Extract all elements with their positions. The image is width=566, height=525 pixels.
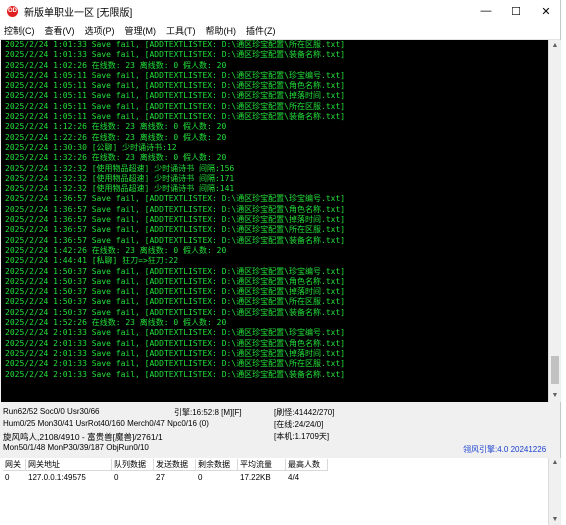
log-line: 2025/2/24 1:36:57 Save fail, [ADDTEXTLIS… [5,225,346,235]
table-cell: 127.0.0.1:49575 [28,473,86,482]
server-window: OD 新版单职业一区 [无限版] — ☐ ✕ 控制(C) 查看(V) 选项(P) 管理… [0,0,561,525]
table-cell: 0 [5,473,10,482]
column-header[interactable]: 最高人数 [286,459,328,471]
minimize-icon: — [480,5,492,17]
scroll-down-arrow-icon[interactable]: ▼ [549,390,561,402]
window-title: 新版单职业一区 [无限版] [24,7,133,19]
log-line: 2025/2/24 1:32:26 在线数: 23 离线数: 0 假人数: 20 [5,153,227,163]
log-line: 2025/2/24 1:52:26 在线数: 23 离线数: 0 假人数: 20 [5,318,227,328]
engine-version: 翎风引擎:4.0 20241226 [463,445,547,454]
column-header[interactable]: 队列数据 [112,459,154,471]
log-scroll-thumb[interactable] [551,356,559,384]
app-icon: OD [7,5,18,17]
log-line: 2025/2/24 1:50:37 Save fail, [ADDTEXTLIS… [5,297,346,307]
table-cell: 4/4 [288,473,300,482]
log-line: 2025/2/24 1:32:32 [使用物品超速] 少时诵诗书 间隔:156 [5,163,235,173]
status-panel: Run62/52 Soc0/0 Usr30/66 引擎:16:52:8 [M][… [0,404,560,458]
column-header[interactable]: 平均流量 [238,459,286,471]
log-line: 2025/2/24 1:50:37 Save fail, [ADDTEXTLIS… [5,266,346,276]
status-monster-objects: Mon50/1/48 MonP30/39/187 ObjRun0/10 [3,443,149,452]
status-run-counts: Run62/52 Soc0/0 Usr30/66 [3,407,100,416]
table-scroll-down-icon[interactable]: ▼ [549,515,561,525]
gateway-table-header: 网关 网关地址 队列数据 发送数据 剩余数据 平均流量 最高人数 [3,459,328,471]
log-line: 2025/2/24 1:05:11 Save fail, [ADDTEXTLIS… [5,91,346,101]
title-bar[interactable]: OD 新版单职业一区 [无限版] — ☐ ✕ [0,0,560,22]
status-uptime: [本机:1.1709天] [274,432,330,441]
log-line: 2025/2/24 1:50:37 Save fail, [ADDTEXTLIS… [5,307,346,317]
log-line: 2025/2/24 1:02:26 在线数: 23 离线数: 0 假人数: 20 [5,60,227,70]
log-line: 2025/2/24 1:01:33 Save fail, [ADDTEXTLIS… [5,40,346,49]
log-scrollbar[interactable]: ▲ ▼ [548,40,561,402]
log-console[interactable]: 2025/2/24 1:01:33 Save fail, [ADDTEXTLIS… [1,40,548,402]
menu-item[interactable]: 查看(V) [41,24,81,37]
status-online: [在线:24/24/0] [274,420,324,429]
log-line: 2025/2/24 2:01:33 Save fail, [ADDTEXTLIS… [5,369,346,379]
log-line: 2025/2/24 1:36:57 Save fail, [ADDTEXTLIS… [5,215,346,225]
column-header[interactable]: 发送数据 [154,459,196,471]
log-line: 2025/2/24 1:36:57 Save fail, [ADDTEXTLIS… [5,204,346,214]
log-line: 2025/2/24 1:36:57 Save fail, [ADDTEXTLIS… [5,194,346,204]
log-line: 2025/2/24 1:05:11 Save fail, [ADDTEXTLIS… [5,112,346,122]
column-header[interactable]: 剩余数据 [196,459,238,471]
table-cell: 0 [114,473,119,482]
log-line: 2025/2/24 1:05:11 Save fail, [ADDTEXTLIS… [5,81,346,91]
close-icon: ✕ [541,5,551,18]
log-line: 2025/2/24 1:42:26 在线数: 23 离线数: 0 假人数: 20 [5,245,227,255]
desktop-edge [561,0,566,525]
status-player-info: 旋风鸣人,2108/4910 - 富贵兽[魔兽]/2761/1 [3,432,163,442]
menu-item[interactable]: 管理(M) [121,24,163,37]
column-header[interactable]: 网关地址 [26,459,112,471]
log-line: 2025/2/24 2:01:33 Save fail, [ADDTEXTLIS… [5,338,346,348]
status-monster-refresh: [刷怪:41442/270] [274,408,335,417]
menu-item[interactable]: 控制(C) [0,24,41,37]
log-line: 2025/2/24 1:05:11 Save fail, [ADDTEXTLIS… [5,101,346,111]
menu-item[interactable]: 工具(T) [162,24,202,37]
scroll-up-arrow-icon[interactable]: ▲ [549,40,561,52]
menu-item[interactable]: 插件(Z) [242,24,282,37]
maximize-icon: ☐ [511,5,521,18]
menu-item[interactable]: 帮助(H) [202,24,243,37]
log-line: 2025/2/24 1:36:57 Save fail, [ADDTEXTLIS… [5,235,346,245]
log-line: 2025/2/24 1:01:33 Save fail, [ADDTEXTLIS… [5,50,346,60]
table-scroll-up-icon[interactable]: ▲ [549,458,561,468]
table-cell: 17.22KB [240,473,271,482]
log-line: 2025/2/24 1:32:32 [使用物品超速] 少时诵诗书 间隔:171 [5,173,235,183]
minimize-button[interactable]: — [471,0,501,22]
table-cell: 0 [198,473,203,482]
log-line: 2025/2/24 2:01:33 Save fail, [ADDTEXTLIS… [5,359,346,369]
column-header[interactable]: 网关 [3,459,26,471]
log-line: 2025/2/24 1:12:26 在线数: 23 离线数: 0 假人数: 20 [5,122,227,132]
log-line: 2025/2/24 2:01:33 Save fail, [ADDTEXTLIS… [5,328,346,338]
table-cell: 27 [156,473,165,482]
status-engine-time: 引擎:16:52:8 [M][F] [174,408,242,417]
log-line: 2025/2/24 1:30:30 [公聊] 少时诵诗书:12 [5,142,177,152]
maximize-button[interactable]: ☐ [501,0,531,22]
log-line: 2025/2/24 1:22:26 在线数: 23 离线数: 0 假人数: 20 [5,132,227,142]
log-line: 2025/2/24 1:44:41 [私聊] 狂刀=>狂刀:22 [5,256,179,266]
menu-bar: 控制(C) 查看(V) 选项(P) 管理(M) 工具(T) 帮助(H) 插件(Z) [0,22,560,40]
status-human-counts: Hum0/25 Mon30/41 UsrRot40/160 Merch0/47 … [3,419,209,428]
close-button[interactable]: ✕ [531,0,561,22]
table-scrollbar[interactable]: ▲ ▼ [548,458,561,525]
gateway-table: 网关 网关地址 队列数据 发送数据 剩余数据 平均流量 最高人数 0 127.0.0.1:49… [0,458,560,525]
log-line: 2025/2/24 1:50:37 Save fail, [ADDTEXTLIS… [5,287,346,297]
menu-item[interactable]: 选项(P) [81,24,121,37]
log-line: 2025/2/24 1:05:11 Save fail, [ADDTEXTLIS… [5,70,346,80]
log-line: 2025/2/24 2:01:33 Save fail, [ADDTEXTLIS… [5,348,346,358]
log-line: 2025/2/24 1:32:32 [使用物品超速] 少时诵诗书 间隔:141 [5,184,235,194]
table-row[interactable]: 0 127.0.0.1:49575 0 27 0 17.22KB 4/4 [3,472,328,484]
log-line: 2025/2/24 1:50:37 Save fail, [ADDTEXTLIS… [5,276,346,286]
